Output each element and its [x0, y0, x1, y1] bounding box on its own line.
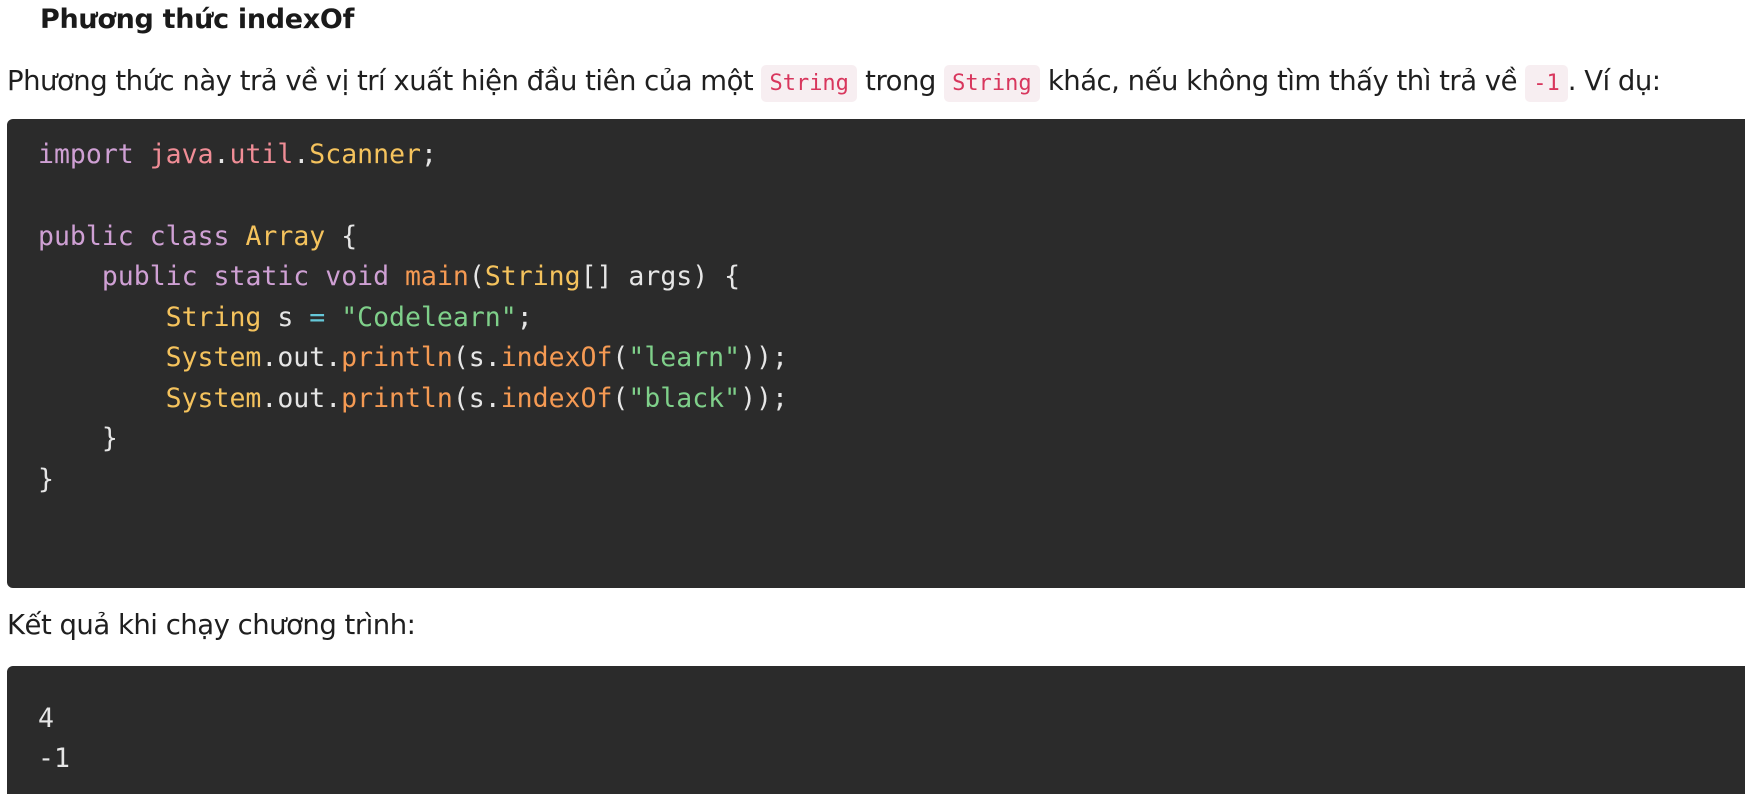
- code-token: }: [38, 464, 54, 495]
- code-token: main: [405, 261, 469, 292]
- inline-code-string-2: String: [944, 65, 1040, 102]
- code-token: println: [341, 383, 453, 414]
- output-line: -1: [38, 743, 70, 774]
- code-token: java: [149, 139, 214, 170]
- result-label: Kết quả khi chạy chương trình:: [7, 609, 416, 641]
- code-token: public: [101, 261, 198, 292]
- code-token: (: [612, 383, 629, 414]
- code-token: "Codelearn": [341, 302, 517, 333]
- code-token: {: [341, 221, 358, 252]
- code-token: =: [309, 302, 326, 333]
- inline-code-minus-one: -1: [1525, 65, 1568, 102]
- code-line-close-class: }: [38, 462, 54, 498]
- code-token: Scanner: [309, 139, 421, 170]
- output-block: 4 -1: [7, 666, 1745, 794]
- code-line-string-decl: String s = "Codelearn";: [38, 300, 533, 336]
- code-token: .out.: [261, 383, 342, 414]
- code-token: import: [38, 139, 134, 170]
- code-token: .: [293, 139, 310, 170]
- code-token: (s.: [452, 342, 501, 373]
- intro-text-3: khác, nếu không tìm thấy thì trả về: [1039, 65, 1526, 97]
- code-token: s: [261, 302, 310, 333]
- code-token: void: [325, 261, 390, 292]
- code-token: ;: [420, 139, 437, 170]
- intro-text-2: trong: [856, 65, 945, 97]
- code-token: (s.: [452, 383, 501, 414]
- code-token: util: [229, 139, 294, 170]
- code-token: (: [468, 261, 485, 292]
- code-token: .out.: [261, 342, 342, 373]
- code-token: "black": [628, 383, 741, 414]
- code-block: import java.util.Scanner; public class A…: [7, 119, 1745, 588]
- code-line-close-method: }: [38, 421, 118, 457]
- code-token: String: [484, 261, 581, 292]
- code-token: ));: [740, 383, 788, 414]
- code-token: indexOf: [500, 383, 613, 414]
- code-line-main: public static void main(String[] args) {: [38, 259, 740, 295]
- code-token: ));: [740, 342, 788, 373]
- code-token: String: [165, 302, 262, 333]
- code-token: class: [149, 221, 230, 252]
- code-token: indexOf: [500, 342, 613, 373]
- section-heading: Phương thức indexOf: [40, 4, 355, 35]
- code-token: [] args) {: [580, 261, 741, 292]
- code-line-println-2: System.out.println(s.indexOf("black"));: [38, 381, 788, 417]
- code-token: System: [165, 342, 262, 373]
- inline-code-string-1: String: [761, 65, 857, 102]
- code-token: Array: [245, 221, 326, 252]
- code-line-import: import java.util.Scanner;: [38, 137, 437, 173]
- intro-text-4: . Ví dụ:: [1567, 65, 1661, 97]
- code-token: "learn": [628, 342, 741, 373]
- code-token: .: [213, 139, 230, 170]
- intro-text-1: Phương thức này trả về vị trí xuất hiện …: [7, 65, 762, 97]
- code-token: }: [101, 423, 118, 454]
- code-token: System: [165, 383, 262, 414]
- code-token: public: [38, 221, 134, 252]
- code-token: (: [612, 342, 629, 373]
- intro-paragraph: Phương thức này trả về vị trí xuất hiện …: [7, 58, 1661, 104]
- output-line: 4: [38, 703, 54, 734]
- code-token: static: [213, 261, 310, 292]
- code-line-println-1: System.out.println(s.indexOf("learn"));: [38, 340, 788, 376]
- code-token: ;: [516, 302, 533, 333]
- code-line-class: public class Array {: [38, 219, 357, 255]
- code-token: println: [341, 342, 453, 373]
